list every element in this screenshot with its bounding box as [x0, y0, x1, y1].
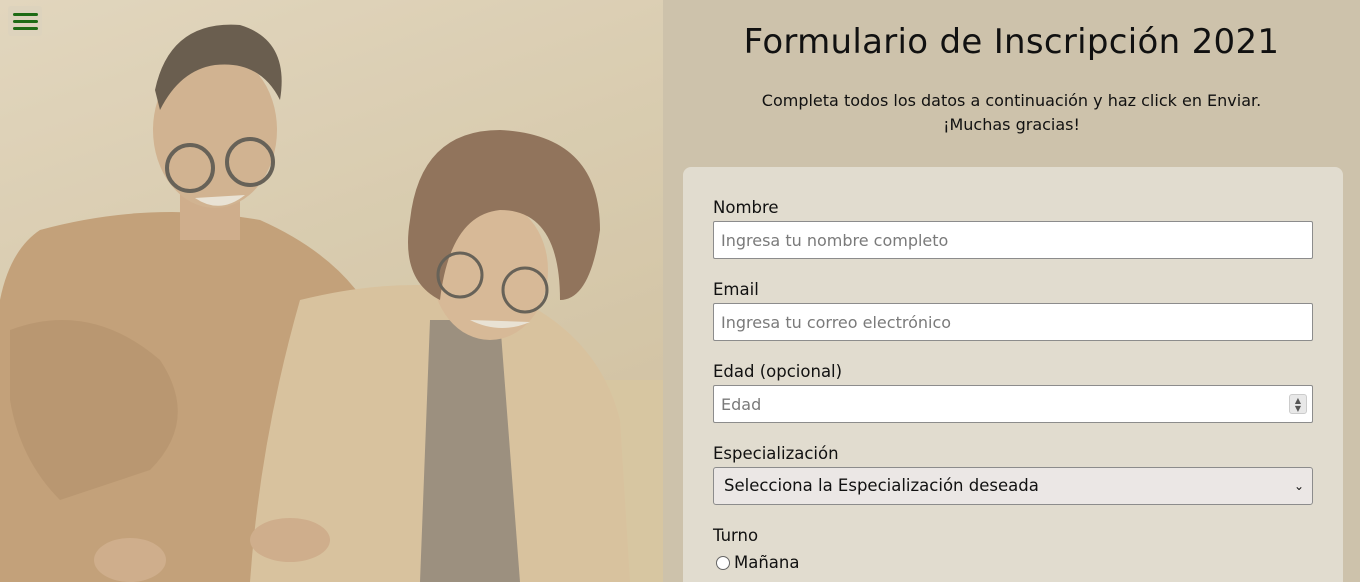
- edad-label: Edad (opcional): [713, 362, 843, 381]
- especializacion-select[interactable]: Selecciona la Especialización deseada ⌄: [713, 467, 1313, 505]
- especializacion-selected: Selecciona la Especialización deseada: [724, 476, 1039, 495]
- form-section: Formulario de Inscripción 2021 Completa …: [663, 0, 1360, 582]
- radio-button[interactable]: [716, 555, 730, 570]
- turno-option-label: Mañana: [734, 553, 800, 572]
- hamburger-menu-button[interactable]: [8, 6, 42, 36]
- page-title: Formulario de Inscripción 2021: [743, 22, 1280, 62]
- nombre-label: Nombre: [713, 198, 779, 217]
- people-illustration: [0, 0, 663, 582]
- email-label: Email: [713, 280, 759, 299]
- edad-input[interactable]: [713, 385, 1313, 423]
- subtitle-line-1: Completa todos los datos a continuación …: [761, 91, 1262, 110]
- subtitle-line-2: ¡Muchas gracias!: [943, 115, 1080, 134]
- hamburger-menu-icon: [12, 12, 38, 16]
- turno-option-manana[interactable]: Mañana: [716, 553, 799, 572]
- email-input[interactable]: [713, 303, 1313, 341]
- edad-field: ▲▼: [713, 385, 1313, 423]
- nombre-input[interactable]: [713, 221, 1313, 259]
- turno-label: Turno: [713, 526, 759, 545]
- especializacion-label: Especialización: [713, 444, 839, 463]
- hero-photo: [0, 0, 663, 582]
- form-card: Nombre Email Edad (opcional) ▲▼ Especial…: [683, 167, 1343, 582]
- chevron-down-icon: ⌄: [1293, 479, 1304, 493]
- number-spinner-icon[interactable]: ▲ ▼: [1289, 394, 1307, 414]
- page-subtitle: Completa todos los datos a continuación …: [663, 89, 1360, 137]
